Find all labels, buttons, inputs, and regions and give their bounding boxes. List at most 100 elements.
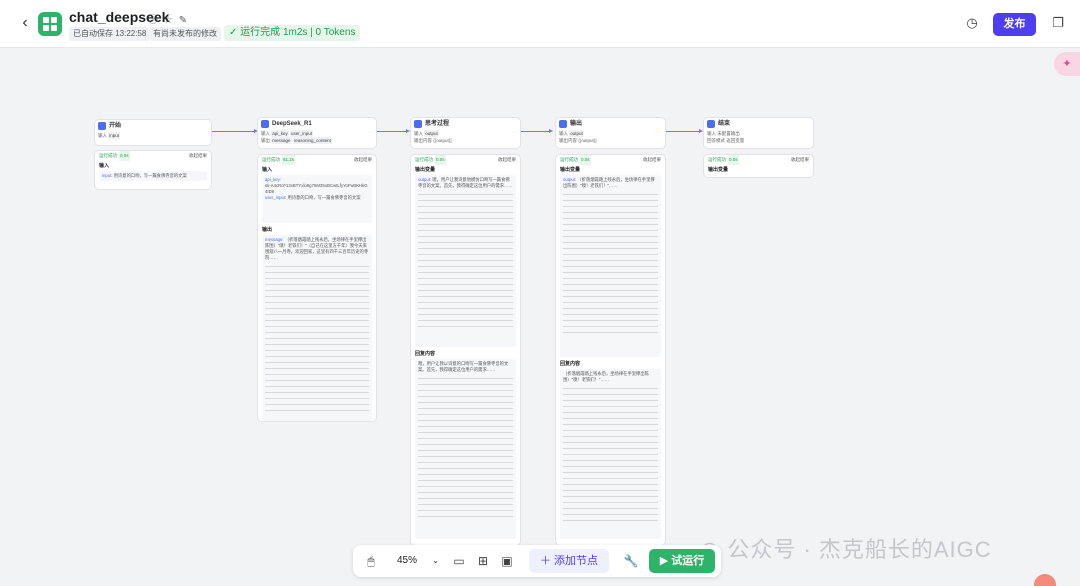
layout-icon[interactable]: ⊞ (475, 553, 491, 569)
edit-icon[interactable]: ✎ (177, 15, 189, 26)
think-output-label: output: (418, 177, 432, 182)
collapse-result-button[interactable]: 收起结果 (643, 155, 661, 165)
panel-think: 运行成功 0.0s 收起结果 输出变量 output: 嗯，用户让我诗意地模仿口吻写… (410, 154, 521, 546)
node-output-out-key: 输出内容 (559, 138, 577, 143)
back-arrow-icon[interactable]: ‹ (16, 14, 34, 32)
message-label: message: (265, 237, 284, 242)
title-actions: ⓘ ☆ ✎ (147, 11, 192, 26)
node-output[interactable]: 输出 输入 output 输出内容 {{output}} (555, 117, 666, 149)
collapse-result-button[interactable]: 收起结果 (498, 155, 516, 165)
output-icon (559, 120, 567, 128)
edge-think-output (520, 129, 553, 133)
run-status-text: 运行完成 1m2s | 0 Tokens (240, 27, 356, 38)
panel-deepseek-in-title: 输入 (262, 167, 273, 173)
sparkle-icon: ✦ (1062, 58, 1072, 70)
flag-icon (98, 122, 106, 130)
panel-deepseek-in-box: api_key: sk-A4cRcF13xBTYxlo9g75M35oBCwtL… (262, 175, 372, 223)
panel-deepseek-status: 运行成功 (262, 157, 280, 162)
api-key-value: sk-A4cRcF13xBTYxlo9g75M35oBCwtLfyYoPuBKH… (265, 183, 368, 194)
tag-reasoning: reasoning_content (292, 137, 332, 144)
node-output-out-val: {{output}} (578, 138, 597, 143)
node-end-out-val: 返回变量 (726, 138, 745, 143)
node-deepseek-out-key: 输出 (261, 138, 270, 143)
info-icon[interactable]: ⓘ (147, 11, 159, 26)
panel-output-time: 0.0s (580, 155, 591, 165)
output-output-label: output: (563, 177, 577, 182)
node-output-in-key: 输入 (559, 131, 568, 136)
panel-think-status: 运行成功 (415, 157, 433, 162)
star-icon[interactable]: ☆ (162, 15, 174, 26)
node-output-in: 输入 output (556, 130, 665, 137)
add-node-label: 添加节点 (554, 555, 599, 567)
mouse-icon[interactable]: 🖱 (363, 553, 379, 569)
node-think-in-key: 输入 (414, 131, 423, 136)
node-output-out: 输出内容 {{output}} (556, 137, 665, 144)
image-icon[interactable]: ▣ (499, 553, 515, 569)
zoom-select[interactable]: 45% ⌄ (393, 552, 443, 570)
edge-deepseek-think (377, 129, 410, 133)
test-run-label: 试运行 (671, 555, 705, 567)
node-deepseek[interactable]: DeepSeek_R1 输入 api_key user_input 输出 mes… (257, 117, 377, 149)
panel-output-status: 运行成功 (560, 157, 578, 162)
run-status-badge: ✓ 运行完成 1m2s | 0 Tokens (224, 25, 361, 41)
panel-deepseek-out-title: 输出 (262, 227, 273, 233)
history-icon[interactable]: ◷ (964, 15, 980, 31)
tag-user-input: user_input (290, 130, 314, 137)
node-end-out-key: 回答模式 (707, 138, 725, 143)
node-end-out: 回答模式 返回变量 (704, 137, 813, 144)
user-input-value: 用诗意的口吻，写一篇食佛寺音的文案 (287, 195, 361, 200)
code-icon (261, 120, 269, 128)
tag-message: message (271, 137, 292, 144)
edge-output-end (666, 129, 703, 133)
window-icon[interactable]: ❐ (1050, 15, 1066, 31)
edge-start-deepseek (212, 129, 258, 133)
panel-start-key: input (102, 173, 112, 178)
node-think-out-val: {{output}} (433, 138, 452, 143)
wrench-icon[interactable]: 🔧 (623, 553, 639, 569)
panel-output-out-title: 输出变量 (560, 167, 581, 173)
node-start-row: 输入 input (95, 132, 211, 139)
unpublished-label: 有尚未发布的修改 (149, 27, 221, 41)
check-circle-icon: ✓ (229, 27, 241, 38)
think-reply-lines (418, 373, 513, 517)
panel-end-out-title: 输出变量 (708, 167, 729, 173)
panel-think-reply-title: 回复内容 (415, 351, 436, 357)
autosave-label: 已自动保存 13:22:58 (69, 27, 151, 41)
output-output-lines (563, 189, 658, 333)
panel-think-out-box: output: 嗯，用户让我诗意地模仿口吻写一篇食佛寺音的文案。首先，我得确定这… (415, 175, 516, 347)
collapse-result-button[interactable]: 收起结果 (354, 155, 372, 165)
node-end[interactable]: 结束 输入 未配置输出 回答模式 返回变量 (703, 117, 814, 149)
node-start-val: input (108, 132, 121, 139)
node-deepseek-out: 输出 message reasoning_content (258, 137, 376, 144)
add-node-button[interactable]: ＋ 添加节点 (529, 549, 609, 573)
ai-assistant-tab[interactable]: ✦ (1054, 52, 1080, 76)
node-start[interactable]: 开始 输入 input (94, 119, 212, 146)
panel-output-reply-title: 回复内容 (560, 361, 581, 367)
node-end-in: 输入 未配置输出 (704, 130, 813, 137)
output-reply-lines (563, 383, 658, 521)
collapse-result-button[interactable]: 收起结果 (189, 151, 207, 161)
panel-start-time: 0.0s (119, 151, 130, 161)
panel-start: 运行成功 0.0s 收起结果 输入 input: 用诗意的口吻，写一篇食佛寺音的文案 (94, 150, 212, 190)
node-deepseek-in-key: 输入 (261, 131, 270, 136)
message-text-lines (265, 261, 369, 411)
tag-api-key: api_key (271, 130, 289, 137)
think-reply-text: 嗯，用户让我以诗意的口吻写一篇食佛寺音的文案。首先，我得确定这位用户的需求…… (418, 361, 509, 372)
output-reply-text: （折落烟霞踏上残永后，坐场律在手里撑出陈围）"嗅！老铁们！"…… (563, 371, 649, 382)
node-deepseek-in: 输入 api_key user_input (258, 130, 376, 137)
node-think-out-key: 输出内容 (414, 138, 432, 143)
publish-button[interactable]: 发布 (993, 13, 1036, 36)
panel-think-reply-box: 嗯，用户让我以诗意的口吻写一篇食佛寺音的文案。首先，我得确定这位用户的需求…… (415, 359, 516, 539)
panel-output: 运行成功 0.0s 收起结果 输出变量 output: （折落烟霞踏上残永后，坐场律… (555, 154, 666, 546)
node-think[interactable]: 思考过程 输入 output 输出内容 {{output}} (410, 117, 521, 149)
api-key-label: api_key: (265, 177, 282, 182)
test-run-button[interactable]: ▶ 试运行 (649, 549, 715, 573)
collapse-result-button[interactable]: 收起结果 (791, 155, 809, 165)
panel-start-text: 用诗意的口吻，写一篇食佛寺音的文案 (113, 173, 187, 178)
avatar-bubble[interactable] (1034, 574, 1056, 586)
plus-icon: ＋ (539, 555, 555, 567)
panel-output-reply-box: （折落烟霞踏上残永后，坐场律在手里撑出陈围）"嗅！老铁们！"…… (560, 369, 661, 539)
node-end-title: 结束 (718, 121, 731, 127)
comment-icon[interactable]: ▭ (451, 553, 467, 569)
node-think-title: 思考过程 (425, 121, 450, 127)
